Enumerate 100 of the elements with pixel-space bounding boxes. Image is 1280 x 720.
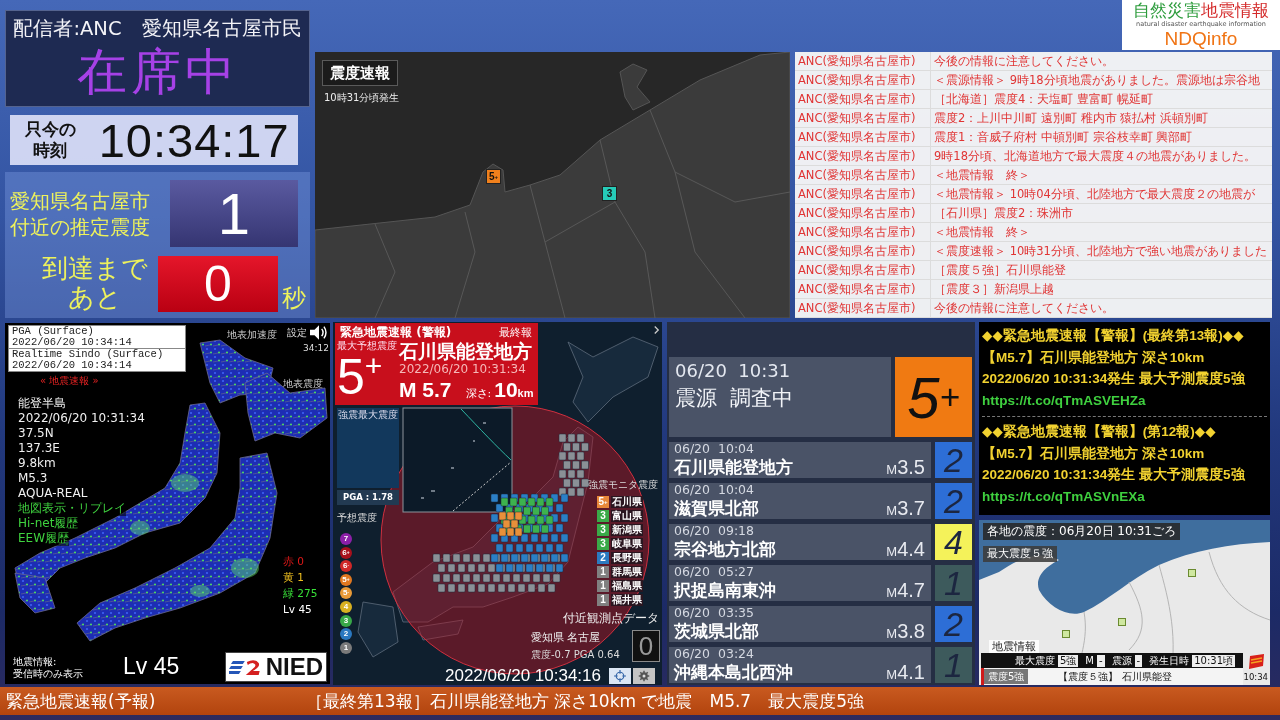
- tweet-text: ◆◆緊急地震速報【警報】(最終第13報)◆◆【M5.7】石川県能登地方 深さ10km 2022/06/20 10:31:34発生 最大予測震度5強 https://t.co/qTmASVEHZa: [982, 327, 1246, 410]
- level-text: Lv 45: [123, 653, 180, 680]
- log-sender: ANC(愛知県名古屋市): [795, 90, 931, 108]
- intensity-tag: 震度5強: [984, 669, 1029, 684]
- legend-title: 予想震度: [337, 512, 377, 524]
- log-message: ［震度３］新潟県上越: [933, 281, 1055, 298]
- quake-magnitude: M3.7: [886, 497, 925, 519]
- summary-value: -: [1096, 654, 1105, 667]
- log-sender: ANC(愛知県名古屋市): [795, 128, 931, 146]
- quake-info-text: 能登半島: [18, 396, 66, 411]
- quake-time: 06/20 05:27: [674, 565, 754, 579]
- log-sender: ANC(愛知県名古屋市): [795, 52, 931, 70]
- alert-text: « 地震速報 »: [40, 375, 99, 387]
- settings-button[interactable]: [633, 668, 655, 684]
- summary-label: 発生日時: [1149, 654, 1190, 667]
- map-caption: 地震情報: [989, 640, 1039, 653]
- intensity-marker: 3: [602, 186, 617, 201]
- summary-label: 最大震度: [1014, 654, 1055, 667]
- log-sender: ANC(愛知県名古屋市): [795, 71, 931, 89]
- settings-link[interactable]: 設定: [287, 327, 307, 339]
- intensity-label: 愛知県名古屋市付近の推定震度: [10, 187, 151, 240]
- summary-value: 5強: [1057, 654, 1079, 667]
- logo-brand: NDQinfo: [1164, 27, 1238, 49]
- intensity-value: 5$^{+}$: [895, 357, 972, 437]
- speaker-icon[interactable]: [310, 325, 328, 340]
- log-message: ＜地震情報 終＞: [933, 167, 1031, 184]
- clock-text: 10:34: [1243, 672, 1268, 682]
- pga-readout: PGA : 1.78: [337, 490, 399, 505]
- chevron-icon[interactable]: [653, 325, 660, 335]
- clock-time: 10:34:17: [98, 112, 290, 168]
- station-intensity: 0: [632, 630, 660, 662]
- log-sender: ANC(愛知県名古屋市): [795, 223, 931, 241]
- log-message: 今後の情報に注意してください。: [933, 300, 1115, 317]
- broadcaster-label: 配信者:ANC 愛知県名古屋市民: [13, 15, 302, 42]
- monitor-title: 強震モニタ震度: [588, 479, 658, 491]
- tweet-text: ◆◆緊急地震速報【警報】(第12報)◆◆【M5.7】石川県能登地方 深さ10km 2022/06/20 10:31:34発生 最大予測震度5強 https://t.co/qTmASVnEXa: [982, 416, 1267, 509]
- intensity-value: 2: [935, 606, 972, 642]
- quake-info-text: M5.3: [18, 471, 48, 486]
- readout-label: Realtime Sindo (Surface): [12, 349, 164, 360]
- log-message: 震度2：上川中川町 遠別町 稚内市 猿払村 浜頓別町: [933, 110, 1209, 127]
- footer-note: 受信時のみ表示: [13, 668, 83, 680]
- alert-title: 緊急地震速報 (警報): [340, 324, 452, 340]
- log-message: ［北海道］震度4：天塩町 豊富町 幌延町: [933, 91, 1154, 108]
- region-text: 石川県能登地方: [399, 340, 532, 362]
- readout-label: PGA (Surface): [12, 326, 94, 337]
- depth-value: 10km: [494, 378, 534, 402]
- log-message: ＜地震情報 終＞: [933, 224, 1031, 241]
- max-intensity-value: 5$^{+}$: [337, 352, 383, 402]
- quake-magnitude: M3.8: [886, 620, 925, 642]
- log-sender: ANC(愛知県名古屋市): [795, 242, 931, 260]
- locate-button[interactable]: [609, 668, 631, 684]
- log-sender: ANC(愛知県名古屋市): [795, 261, 931, 279]
- quake-time: 06/20 10:04: [674, 442, 754, 456]
- map-caption: 各地の震度：06月20日 10:31ごろ: [983, 523, 1180, 540]
- quake-time: 06/20 09:18: [674, 524, 754, 538]
- square-marker-icon: [1062, 630, 1070, 638]
- quake-place: 震源 調査中: [675, 385, 794, 412]
- clock-label: 只今の時刻: [24, 119, 77, 161]
- count-text: 赤 0: [283, 554, 305, 569]
- map-title: 震度速報: [322, 60, 398, 86]
- quake-magnitude: M4.4: [886, 538, 925, 560]
- map-subtitle: 10時31分頃発生: [324, 92, 400, 104]
- quake-info-text: 137.3E: [18, 441, 60, 456]
- status-text: 在席中: [76, 41, 239, 102]
- summary-value: -: [1134, 654, 1143, 667]
- stripes-logo-icon: [229, 657, 263, 677]
- report-label: 最終報: [499, 325, 532, 339]
- logo-text: NIED: [265, 654, 323, 680]
- menu-link[interactable]: EEW履歴: [18, 531, 70, 546]
- quake-place: 択捉島南東沖: [674, 579, 776, 601]
- summary-label: M: [1085, 654, 1094, 667]
- log-sender: ANC(愛知県名古屋市): [795, 147, 931, 165]
- log-sender: ANC(愛知県名古屋市): [795, 185, 931, 203]
- ticker-message: ［最終第13報］石川県能登地方 深さ10km で地震 M5.7 最大震度5強: [306, 690, 864, 712]
- map-label: 地表加速度: [227, 329, 277, 341]
- quake-place: 滋賀県北部: [674, 497, 759, 519]
- square-marker-icon: [1188, 569, 1196, 577]
- quake-time: 06/20 03:24: [674, 647, 754, 661]
- count-text: 黄 1: [283, 570, 305, 585]
- intensity-value: 1: [170, 180, 298, 247]
- menu-link[interactable]: 地図表示・リプレイ: [18, 501, 126, 516]
- quake-magnitude: M3.5: [886, 456, 925, 478]
- quake-time: 06/20 10:04: [674, 483, 754, 497]
- crosshair-icon: [614, 670, 626, 682]
- summary-value: 10:31頃: [1192, 654, 1235, 667]
- quake-magnitude: M4.7: [886, 579, 925, 601]
- count-text: 緑 275: [283, 586, 318, 601]
- countdown-value: 0: [158, 256, 278, 312]
- logo-heading: 自然災害: [1133, 1, 1201, 20]
- tweet-link[interactable]: https://t.co/qTmASVnEXa: [982, 488, 1145, 504]
- log-message: ＜地震情報＞ 10時04分頃、北陸地方で最大震度２の地震が: [933, 186, 1256, 203]
- quake-place: 石川県能登地方: [674, 456, 793, 478]
- quake-magnitude: M4.1: [886, 661, 925, 683]
- menu-link[interactable]: Hi-net履歴: [18, 516, 79, 531]
- panel-label: 強震最大震度: [337, 408, 398, 421]
- log-message: ＜震度速報＞ 10時31分頃、北陸地方で強い地震がありました: [933, 243, 1268, 260]
- max-intensity-label: 最大予想震度: [337, 340, 397, 352]
- tweet-link[interactable]: https://t.co/qTmASVEHZa: [982, 392, 1146, 408]
- magnitude-text: M 5.7: [399, 377, 452, 403]
- log-sender: ANC(愛知県名古屋市): [795, 280, 931, 298]
